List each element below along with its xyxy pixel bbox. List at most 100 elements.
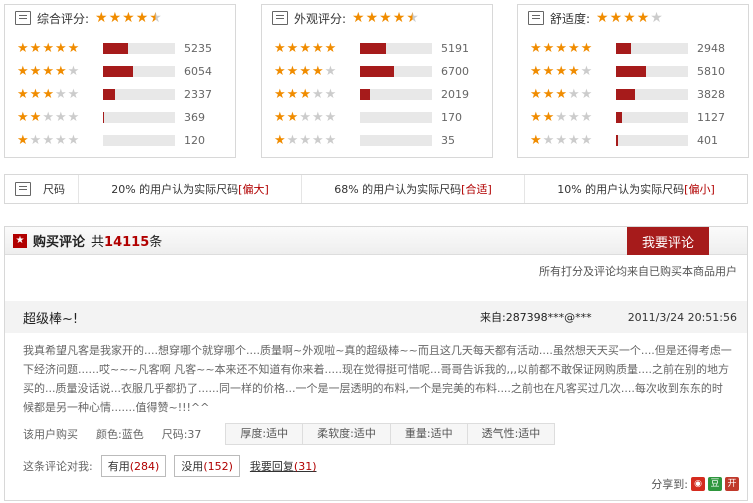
review-body: 我真希望凡客是我家开的....想穿哪个就穿哪个....质量啊~外观啦~真的超级棒…	[23, 344, 732, 414]
star-icon: ★	[530, 86, 542, 102]
useful-button[interactable]: 有用(284)	[100, 455, 167, 477]
panel-stars: ★ ★ ★ ★ ★	[596, 11, 663, 25]
star-icon: ★	[299, 132, 311, 148]
star-icon: ★	[311, 109, 324, 125]
star-icon: ★	[286, 109, 299, 125]
star-icon: ★	[42, 132, 54, 148]
rating-row: ★ ★ ★ ★ ★ 3828	[530, 83, 748, 106]
star-icon: ★	[274, 109, 286, 125]
star-icon: ★	[108, 10, 122, 26]
star-icon: ★	[54, 86, 67, 102]
star-icon: ★	[67, 40, 80, 56]
star-icon: ★	[17, 109, 29, 125]
rating-panel-comfort: 舒适度: ★ ★ ★ ★ ★ ★ ★ ★ ★ ★ 2948 ★ ★ ★ ★ ★ 5810 ★ ★ ★ ★ ★ 3828 ★ ★…	[517, 4, 749, 158]
rating-icon	[272, 11, 288, 25]
panel-stars: ★ ★ ★ ★ ★	[352, 11, 419, 25]
size-feedback-bar: 尺码 20% 的用户认为实际尺码 [偏大] 68% 的用户认为实际尺码 [合适] 1…	[4, 174, 748, 204]
star-icon: ★	[542, 40, 555, 56]
row-stars: ★ ★ ★ ★ ★	[530, 109, 606, 125]
row-stars: ★ ★ ★ ★ ★	[17, 40, 93, 56]
row-stars: ★ ★ ★ ★ ★	[17, 132, 93, 148]
star-icon: ★	[567, 132, 580, 148]
reviews-count: 共14115条	[91, 235, 163, 250]
rating-count: 1127	[697, 111, 725, 124]
star-icon: ★	[299, 40, 311, 56]
star-icon: ★	[555, 86, 567, 102]
rating-count: 369	[184, 111, 205, 124]
rating-bar	[360, 43, 432, 54]
rating-row: ★ ★ ★ ★ ★ 6700	[274, 60, 492, 83]
rating-count: 6700	[441, 65, 469, 78]
vote-label: 这条评论对我:	[23, 460, 93, 473]
rating-row: ★ ★ ★ ★ ★ 35	[274, 129, 492, 152]
star-icon: ★	[274, 86, 286, 102]
rating-row: ★ ★ ★ ★ ★ 170	[274, 106, 492, 129]
rating-bar	[616, 89, 688, 100]
review-attributes: 该用户购买 颜色:蓝色 尺码:37 厚度:适中 柔软度:适中 重量:适中 透气性…	[5, 423, 747, 445]
share-kaixin-icon[interactable]: 开	[725, 477, 739, 491]
review-votes: 这条评论对我: 有用(284) 没用(152) 我要回复(31)	[5, 455, 747, 477]
rating-bar	[103, 66, 175, 77]
star-icon: ★	[286, 132, 299, 148]
rating-row: ★ ★ ★ ★ ★ 2019	[274, 83, 492, 106]
star-icon: ★	[42, 40, 54, 56]
row-stars: ★ ★ ★ ★ ★	[274, 40, 350, 56]
rating-row: ★ ★ ★ ★ ★ 1127	[530, 106, 748, 129]
rating-bar	[616, 66, 688, 77]
rating-count: 5810	[697, 65, 725, 78]
star-icon: ★	[609, 10, 623, 26]
star-icon: ★	[149, 10, 162, 26]
rating-rows: ★ ★ ★ ★ ★ 2948 ★ ★ ★ ★ ★ 5810 ★ ★ ★ ★ ★ 3828 ★ ★ ★ ★ ★ 1127 ★ ★ ★ ★…	[518, 31, 748, 152]
star-icon: ★	[286, 40, 299, 56]
star-icon: ★	[567, 109, 580, 125]
rating-count: 170	[441, 111, 462, 124]
rating-bar	[103, 89, 175, 100]
attribute-box: 厚度:适中 柔软度:适中 重量:适中 透气性:适中	[225, 423, 556, 445]
rating-row: ★ ★ ★ ★ ★ 6054	[17, 60, 235, 83]
star-icon: ★	[530, 132, 542, 148]
share-weibo-icon[interactable]: ◉	[691, 477, 705, 491]
review-item: 超级棒~! 来自:287398***@*** 2011/3/24 20:51:5…	[5, 301, 747, 477]
size-item-fit: 68% 的用户认为实际尺码 [合适]	[302, 175, 525, 203]
star-icon: ★	[555, 109, 567, 125]
star-icon: ★	[623, 10, 636, 26]
size-value: 尺码:37	[161, 428, 202, 441]
star-icon: ★	[636, 10, 650, 26]
share-douban-icon[interactable]: 豆	[708, 477, 722, 491]
star-icon: ★	[596, 10, 609, 26]
star-icon: ★	[567, 86, 580, 102]
attr-weight: 重量:适中	[391, 424, 468, 444]
row-stars: ★ ★ ★ ★ ★	[530, 132, 606, 148]
size-icon	[15, 182, 31, 196]
star-icon: ★	[379, 10, 392, 26]
row-stars: ★ ★ ★ ★ ★	[530, 40, 606, 56]
star-icon: ★	[311, 132, 324, 148]
star-icon: ★	[567, 40, 580, 56]
star-icon: ★	[67, 132, 80, 148]
rating-rows: ★ ★ ★ ★ ★ 5191 ★ ★ ★ ★ ★ 6700 ★ ★ ★ ★ ★ 2019 ★ ★ ★ ★ ★ 170 ★ ★ ★ ★ ★…	[262, 31, 492, 152]
useless-button[interactable]: 没用(152)	[174, 455, 240, 477]
write-review-button[interactable]: 我要评论	[627, 227, 709, 255]
star-icon: ★	[530, 109, 542, 125]
star-icon: ★	[530, 40, 542, 56]
star-icon: ★	[54, 40, 67, 56]
star-icon: ★	[311, 40, 324, 56]
star-icon: ★	[299, 86, 311, 102]
buyer-label: 该用户购买	[23, 428, 78, 441]
rating-row: ★ ★ ★ ★ ★ 5235	[17, 37, 235, 60]
row-stars: ★ ★ ★ ★ ★	[17, 86, 93, 102]
star-icon: ★	[54, 132, 67, 148]
star-icon: ★	[650, 10, 663, 26]
rating-count: 2019	[441, 88, 469, 101]
row-stars: ★ ★ ★ ★ ★	[530, 86, 606, 102]
rating-row: ★ ★ ★ ★ ★ 2337	[17, 83, 235, 106]
row-stars: ★ ★ ★ ★ ★	[17, 109, 93, 125]
size-item-small: 10% 的用户认为实际尺码 [偏小]	[557, 183, 715, 196]
rating-count: 2948	[697, 42, 725, 55]
star-icon: ★	[365, 10, 379, 26]
rating-count: 6054	[184, 65, 212, 78]
rating-count: 2337	[184, 88, 212, 101]
row-stars: ★ ★ ★ ★ ★	[274, 132, 350, 148]
star-icon: ★	[42, 63, 54, 79]
reply-link[interactable]: 我要回复(31)	[250, 458, 317, 474]
